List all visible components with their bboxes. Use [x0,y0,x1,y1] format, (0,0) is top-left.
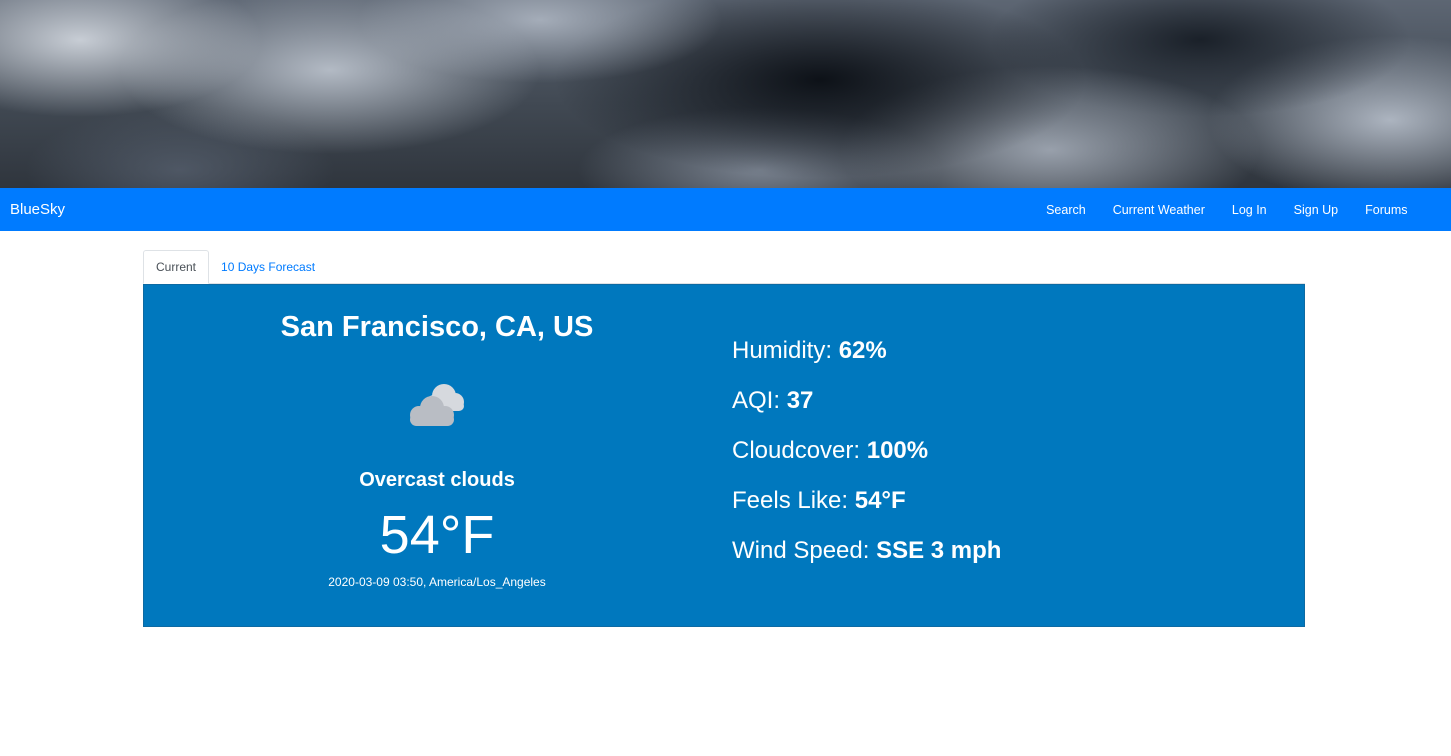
stat-value: 54°F [854,487,906,514]
brand-logo[interactable]: BlueSky [10,201,65,218]
tab-10-days-forecast[interactable]: 10 Days Forecast [209,250,327,283]
stat-label: Cloudcover: [732,437,867,464]
nav-log-in[interactable]: Log In [1218,203,1280,217]
nav-current-weather[interactable]: Current Weather [1099,203,1218,217]
nav-sign-up[interactable]: Sign Up [1280,203,1351,217]
stat-value: 37 [786,387,814,414]
stat-label: AQI: [732,387,787,414]
nav-links: Search Current Weather Log In Sign Up Fo… [1033,203,1421,217]
stat-cloudcover: Cloudcover: 100% [732,433,1001,483]
nav-search[interactable]: Search [1033,203,1100,217]
temperature: 54°F [379,505,495,565]
weather-condition: Overcast clouds [359,469,515,491]
tab-current[interactable]: Current [143,250,210,284]
navbar: BlueSky Search Current Weather Log In Si… [0,188,1451,231]
cloud-icon [404,377,470,433]
stat-aqi: AQI: 37 [732,383,1001,433]
stat-label: Feels Like: [732,487,855,514]
stat-humidity: Humidity: 62% [732,333,1001,383]
stat-label: Wind Speed: [732,537,877,564]
observation-time: 2020-03-09 03:50, America/Los_Angeles [328,575,546,589]
stat-label: Humidity: [732,337,839,364]
nav-forums[interactable]: Forums [1352,203,1421,217]
weather-stats: Humidity: 62% AQI: 37 Cloudcover: 100% F… [732,333,1001,583]
stat-wind-speed: Wind Speed: SSE 3 mph [732,533,1001,583]
location-title: San Francisco, CA, US [280,311,594,343]
stat-feels-like: Feels Like: 54°F [732,483,1001,533]
stat-value: 100% [866,437,929,464]
tab-bar: Current 10 Days Forecast [143,250,1305,284]
stat-value: 62% [838,337,887,364]
weather-panel: San Francisco, CA, US Overcast clouds 54… [143,284,1305,627]
hero-banner [0,0,1451,188]
stat-value: SSE 3 mph [876,537,1002,564]
